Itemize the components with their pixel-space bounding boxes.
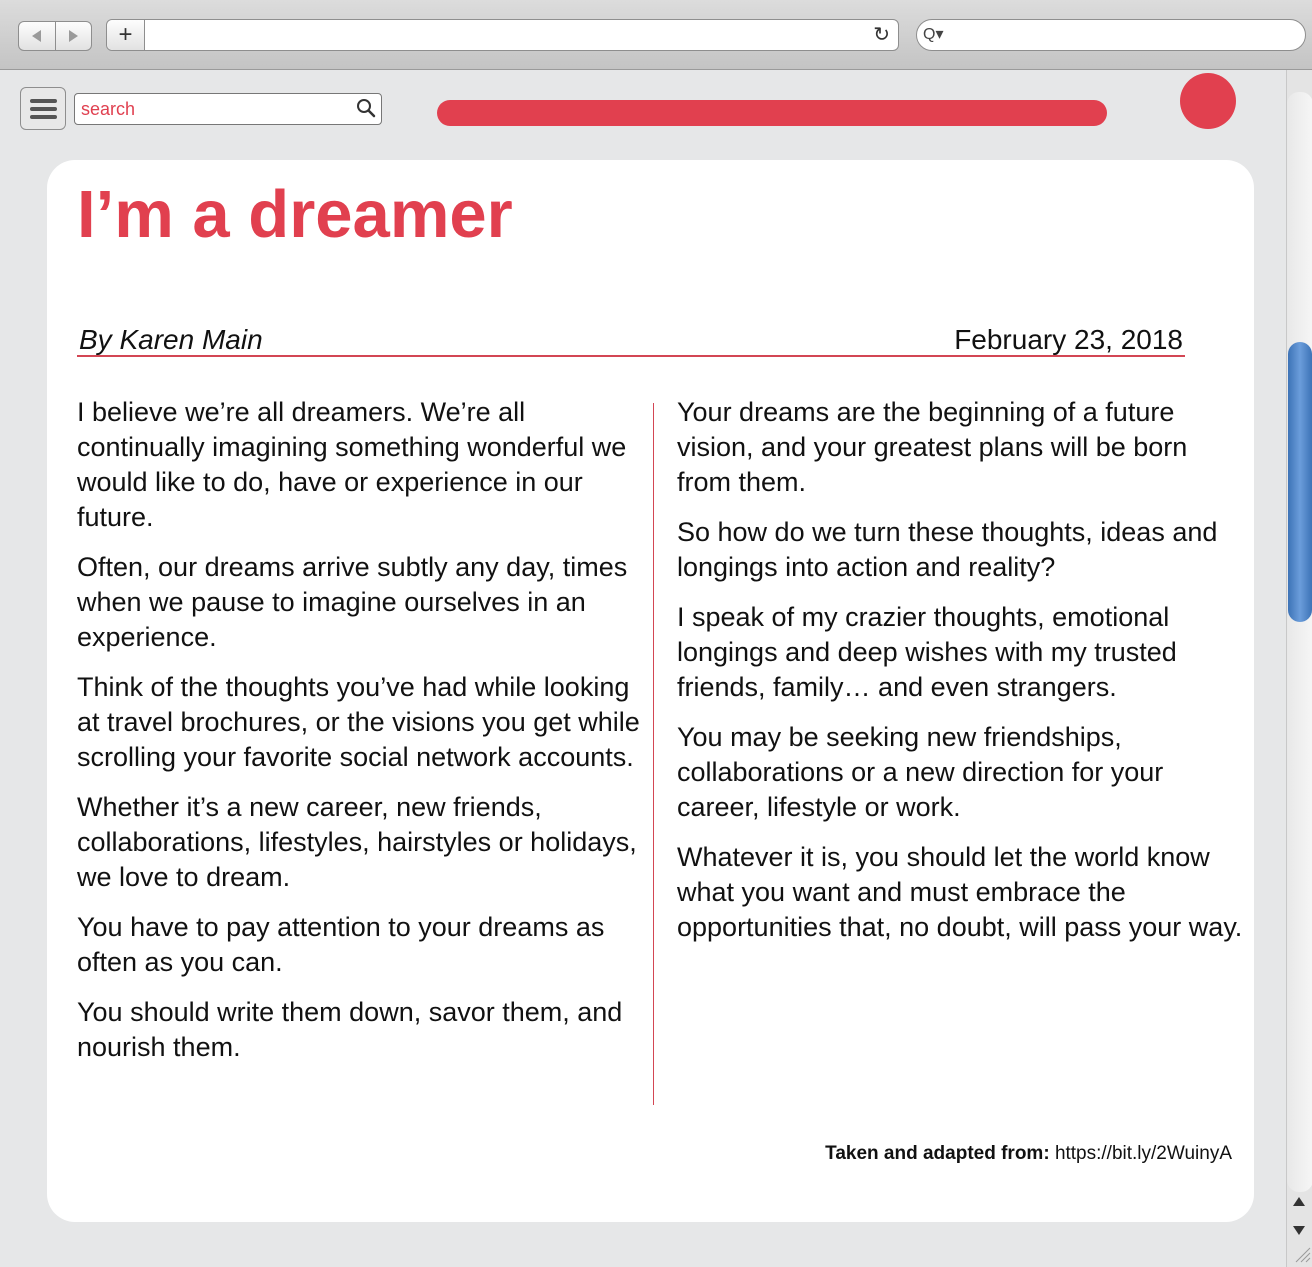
paragraph: Your dreams are the beginning of a futur… [677, 397, 1188, 497]
search-box [74, 93, 382, 125]
menu-button[interactable] [20, 87, 66, 130]
scroll-up-icon[interactable] [1293, 1197, 1305, 1206]
credit-link[interactable]: https://bit.ly/2WuinyA [1055, 1143, 1232, 1164]
paragraph: I believe we’re all dreamers. We’re all … [77, 397, 627, 532]
reload-icon[interactable]: ↻ [873, 24, 890, 46]
hamburger-line [30, 115, 57, 119]
scroll-down-icon[interactable] [1293, 1226, 1305, 1235]
paragraph: Whether it’s a new career, new friends, … [77, 792, 637, 892]
avatar[interactable] [1180, 73, 1236, 129]
forward-arrow-icon [68, 30, 78, 42]
address-bar[interactable]: + ↻ [106, 19, 899, 51]
paragraph: Often, our dreams arrive subtly any day,… [77, 552, 628, 652]
resize-grip-icon[interactable] [1293, 1245, 1311, 1263]
credit-label: Taken and adapted from: [825, 1143, 1050, 1164]
publish-date: February 23, 2018 [954, 324, 1183, 355]
byline: By Karen Main February 23, 2018 [77, 320, 1185, 357]
progress-bar [437, 100, 1107, 126]
search-icon[interactable] [355, 97, 377, 119]
search-input[interactable] [81, 98, 351, 120]
paragraph: Whatever it is, you should let the world… [677, 842, 1243, 942]
article-column-left: I believe we’re all dreamers. We’re all … [77, 395, 647, 1080]
scroll-thumb[interactable] [1288, 342, 1312, 622]
browser-search-field[interactable]: Q▾ [916, 19, 1306, 51]
column-divider [653, 403, 654, 1105]
paragraph: You should write them down, savor them, … [77, 997, 623, 1062]
paragraph: I speak of my crazier thoughts, emotiona… [677, 602, 1177, 702]
paragraph: You have to pay attention to your dreams… [77, 912, 605, 977]
article-card: I’m a dreamer By Karen Main February 23,… [47, 160, 1254, 1222]
page-title: I’m a dreamer [77, 177, 513, 252]
author: By Karen Main [79, 324, 263, 355]
paragraph: Think of the thoughts you’ve had while l… [77, 672, 640, 772]
back-arrow-icon [32, 30, 42, 42]
new-tab-button[interactable]: + [107, 20, 145, 50]
nav-buttons [18, 21, 92, 51]
forward-button[interactable] [54, 22, 92, 50]
browser-toolbar: + ↻ Q▾ [0, 0, 1312, 70]
hamburger-line [30, 107, 57, 111]
scroll-track[interactable] [1287, 92, 1312, 1192]
source-credit: Taken and adapted from: https://bit.ly/2… [825, 1143, 1232, 1165]
paragraph: So how do we turn these thoughts, ideas … [677, 517, 1218, 582]
back-button[interactable] [19, 22, 55, 50]
paragraph: You may be seeking new friendships, coll… [677, 722, 1164, 822]
vertical-scrollbar[interactable] [1286, 70, 1312, 1267]
hamburger-menu-icon [30, 99, 57, 103]
article-column-right: Your dreams are the beginning of a futur… [677, 395, 1247, 960]
search-dropdown-icon[interactable]: Q▾ [923, 25, 943, 45]
